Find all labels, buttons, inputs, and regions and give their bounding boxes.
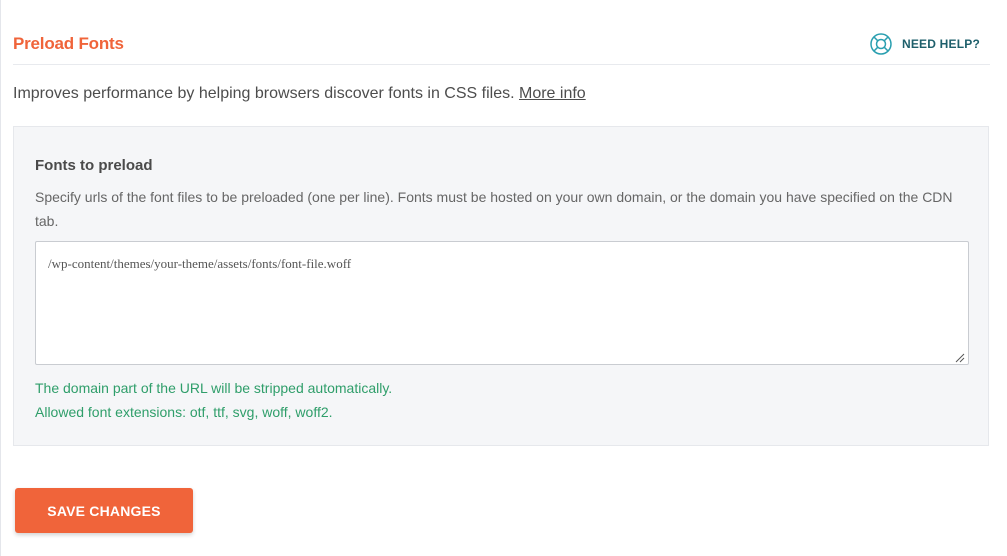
description-text: Improves performance by helping browsers…: [13, 85, 515, 102]
save-changes-button[interactable]: SAVE CHANGES: [15, 488, 193, 533]
section-description: Improves performance by helping browsers…: [13, 85, 586, 103]
textarea-value: /wp-content/themes/your-theme/assets/fon…: [48, 256, 352, 271]
fonts-textarea[interactable]: /wp-content/themes/your-theme/assets/fon…: [35, 241, 969, 365]
field-help-text: Specify urls of the font files to be pre…: [35, 189, 953, 229]
need-help-link[interactable]: NEED HELP?: [869, 32, 980, 56]
settings-page: Preload Fonts NEED HELP? Improves perfor…: [0, 0, 1007, 556]
resize-grip-icon[interactable]: [955, 351, 965, 363]
lifebuoy-icon: [869, 32, 893, 56]
need-help-label: NEED HELP?: [901, 37, 980, 51]
domain-strip-note: The domain part of the URL will be strip…: [35, 380, 393, 396]
left-divider: [0, 0, 1, 556]
section-title: Preload Fonts: [13, 34, 124, 53]
allowed-extensions-note: Allowed font extensions: otf, ttf, svg, …: [35, 404, 333, 420]
fonts-field-panel: Fonts to preload Specify urls of the fon…: [13, 126, 989, 446]
more-info-link[interactable]: More info: [519, 85, 586, 102]
section-header: Preload Fonts NEED HELP?: [13, 28, 990, 65]
field-title: Fonts to preload: [35, 157, 153, 174]
